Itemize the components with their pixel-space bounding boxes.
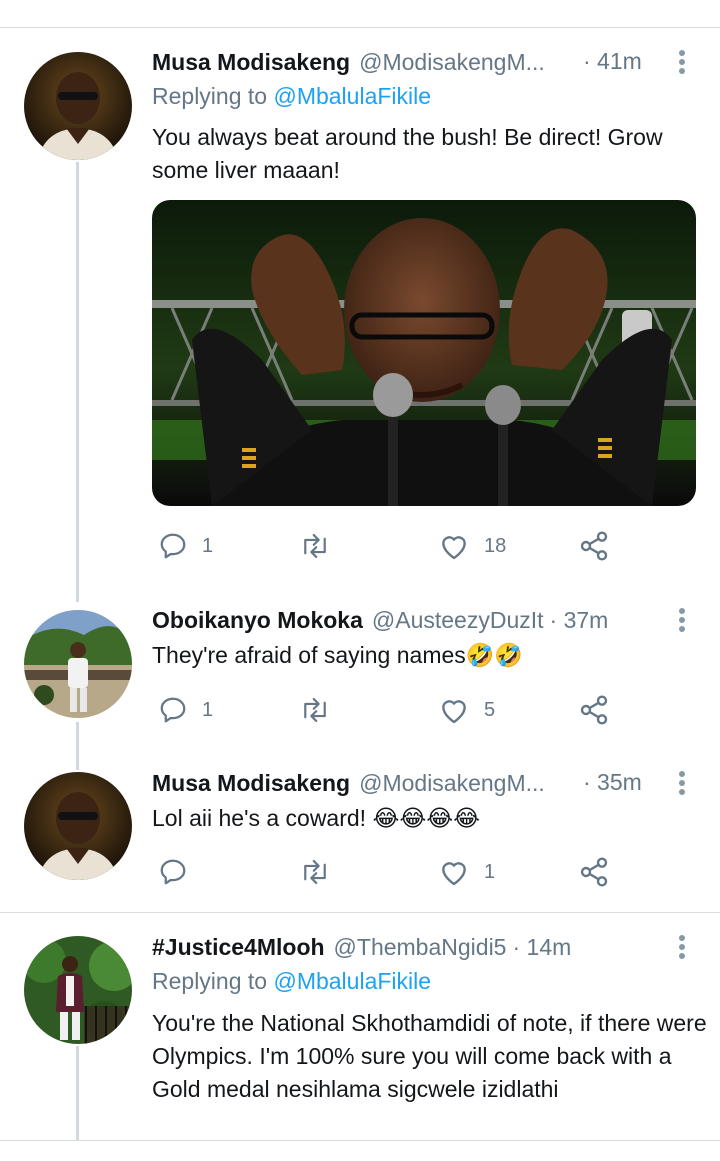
user-handle[interactable]: @ModisakengM... xyxy=(359,770,545,797)
like-count: 18 xyxy=(484,534,507,557)
replying-to-label: Replying to xyxy=(152,968,268,994)
tweet-actions: 1 5 xyxy=(152,690,712,730)
timestamp[interactable]: · 37m xyxy=(550,607,609,634)
tweet-header: #Justice4Mlooh @ThembaNgidi5 · 14m xyxy=(152,930,571,964)
share-icon xyxy=(580,531,608,561)
share-icon xyxy=(580,857,608,887)
like-count: 1 xyxy=(484,860,496,883)
more-vertical-icon[interactable] xyxy=(674,932,690,962)
like-button[interactable]: 1 xyxy=(438,852,495,892)
timestamp[interactable]: · 35m xyxy=(583,769,642,796)
user-handle[interactable]: @ModisakengM... xyxy=(359,49,545,76)
user-handle[interactable]: @ThembaNgidi5 xyxy=(334,934,507,961)
heart-icon xyxy=(442,536,466,560)
avatar[interactable] xyxy=(24,610,132,718)
heart-icon xyxy=(442,862,466,886)
bottom-divider xyxy=(0,1140,720,1141)
reply-button[interactable]: 1 xyxy=(158,690,213,730)
retweet-button[interactable] xyxy=(298,852,346,892)
mention-link[interactable]: @MbalulaFikile xyxy=(273,83,431,109)
like-button[interactable]: 18 xyxy=(438,526,506,566)
more-vertical-icon[interactable] xyxy=(674,47,690,77)
reply-count: 1 xyxy=(202,534,214,557)
thread-line xyxy=(76,722,79,770)
reply-icon xyxy=(160,533,186,559)
reply-count: 1 xyxy=(202,698,214,721)
reply-button[interactable]: 1 xyxy=(158,526,213,566)
heart-icon xyxy=(442,700,466,724)
share-icon xyxy=(580,695,608,725)
user-handle[interactable]: @AusteezyDuzIt xyxy=(372,607,544,634)
display-name[interactable]: Oboikanyo Mokoka xyxy=(152,607,363,634)
thread-line xyxy=(76,1046,79,1140)
share-button[interactable] xyxy=(578,690,610,730)
retweet-icon xyxy=(304,859,326,885)
like-count: 5 xyxy=(484,698,496,721)
tweet-actions: 1 18 xyxy=(152,526,712,566)
more-vertical-icon[interactable] xyxy=(674,768,690,798)
tweet-header: Musa Modisakeng @ModisakengM... xyxy=(152,45,545,79)
tweet-header: Oboikanyo Mokoka @AusteezyDuzIt · 37m xyxy=(152,603,608,637)
top-divider xyxy=(0,27,720,28)
reply-icon xyxy=(160,697,186,723)
display-name[interactable]: #Justice4Mlooh xyxy=(152,934,325,961)
display-name[interactable]: Musa Modisakeng xyxy=(152,770,350,797)
avatar[interactable] xyxy=(24,52,132,160)
replying-to: Replying to @MbalulaFikile xyxy=(152,83,431,110)
retweet-icon xyxy=(304,697,326,723)
share-button[interactable] xyxy=(578,852,610,892)
share-button[interactable] xyxy=(578,526,610,566)
mention-link[interactable]: @MbalulaFikile xyxy=(273,968,431,994)
retweet-icon xyxy=(304,533,326,559)
timestamp[interactable]: · 14m xyxy=(512,934,571,961)
retweet-button[interactable] xyxy=(298,526,346,566)
avatar[interactable] xyxy=(24,936,132,1044)
replying-to-label: Replying to xyxy=(152,83,268,109)
tweet-text: You're the National Skhothamdidi of note… xyxy=(152,1010,707,1102)
tweet-text: Lol aii he's a coward! 😂😂😂😂 xyxy=(152,805,480,831)
tweet-header: Musa Modisakeng @ModisakengM... xyxy=(152,766,545,800)
retweet-button[interactable] xyxy=(298,690,346,730)
tweet-text: You always beat around the bush! Be dire… xyxy=(152,124,663,183)
timestamp[interactable]: · 41m xyxy=(583,48,642,75)
tweet-actions: 1 xyxy=(152,852,712,892)
reply-icon xyxy=(160,859,186,885)
replying-to: Replying to @MbalulaFikile xyxy=(152,968,431,995)
display-name[interactable]: Musa Modisakeng xyxy=(152,49,350,76)
avatar[interactable] xyxy=(24,772,132,880)
thread-line xyxy=(76,162,79,602)
tweet-image[interactable] xyxy=(152,200,696,506)
reply-button[interactable] xyxy=(158,852,202,892)
like-button[interactable]: 5 xyxy=(438,690,495,730)
thread-divider xyxy=(0,912,720,913)
tweet-text: They're afraid of saying names🤣🤣 xyxy=(152,642,524,668)
more-vertical-icon[interactable] xyxy=(674,605,690,635)
